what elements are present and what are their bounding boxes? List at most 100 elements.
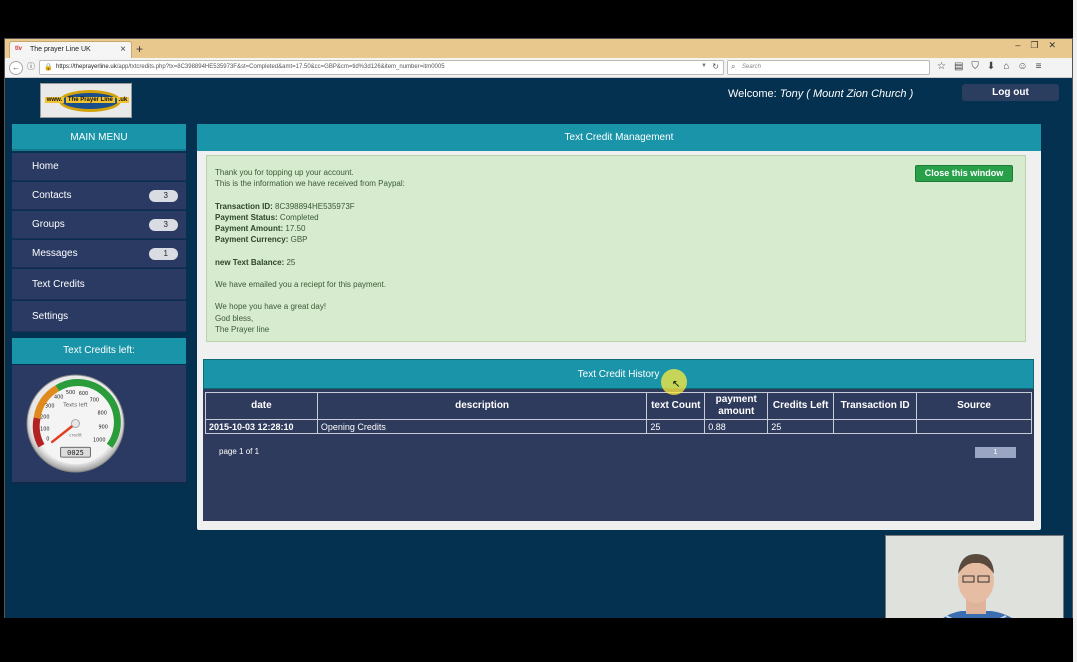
gauge-tick: 200 [40,415,49,421]
table-header-row: date description text Count payment amou… [205,392,1032,420]
col-credits-left[interactable]: Credits Left [767,392,835,420]
chat-icon[interactable]: ☺ [1017,61,1035,72]
library-icon[interactable]: ▤ [954,61,971,72]
gauge-tick: 1000 [93,437,106,443]
history-title: Text Credit History [203,359,1034,389]
table-row: 2015-10-03 12:28:10 Opening Credits 25 0… [205,419,1032,434]
gauge-tick: 300 [45,404,54,410]
logout-button[interactable]: Log out [962,84,1059,101]
maximize-icon[interactable]: ❐ [1030,40,1048,50]
mouse-cursor-icon: ↖ [672,379,681,390]
home-icon[interactable]: ⌂ [1003,61,1017,72]
gauge-tick: 900 [99,424,108,430]
gauge-tick: 500 [66,390,75,396]
lock-icon: 🔒 [44,64,53,71]
cell-credits-left: 25 [767,419,835,434]
col-transaction-id[interactable]: Transaction ID [833,392,918,420]
url-bar[interactable]: 🔒 https://theprayerline.uk/app/txtcredit… [39,60,724,75]
gauge-tick: 100 [40,426,49,432]
edge-strip [1073,0,1077,662]
gauge-sublabel: credit [69,432,82,438]
history-table: date description text Count payment amou… [205,392,1032,434]
col-payment-amount[interactable]: payment amount [704,392,769,420]
letterbox-top [0,0,1077,38]
tab-title: The prayer Line UK [30,46,91,53]
main-menu-title: MAIN MENU [12,124,186,151]
browser-window: tlv The prayer Line UK × + –❐✕ ← ⓘ 🔒 htt… [4,38,1073,649]
sidebar-item-text-credits[interactable]: Text Credits [12,269,186,300]
close-tab-icon[interactable]: × [120,44,126,55]
transaction-id: 8C398894HE535973F [275,201,355,211]
credits-title: Text Credits left: [12,338,186,364]
minimize-icon[interactable]: – [1015,40,1030,50]
cell-text-count: 25 [646,419,706,434]
screen: tlv The prayer Line UK × + –❐✕ ← ⓘ 🔒 htt… [0,0,1077,662]
panel-title: Text Credit Management [197,124,1041,151]
sidebar-item-settings[interactable]: Settings [12,301,186,332]
sidebar-item-home[interactable]: Home [12,153,186,181]
reload-icon[interactable]: ↻ [712,62,719,71]
sidebar-item-groups[interactable]: Groups 3 [12,211,186,239]
credits-gauge: 0 100 200 300 400 500 600 700 800 900 10… [26,374,125,473]
credit-management-panel: Text Credit Management Thank you for top… [197,124,1041,530]
gauge-tick: 400 [54,395,63,401]
page-button[interactable]: 1 [975,447,1016,458]
close-window-icon[interactable]: ✕ [1048,40,1066,50]
info-icon[interactable]: ⓘ [24,61,38,75]
cell-date: 2015-10-03 12:28:10 [205,419,318,434]
gauge-tick: 0 [46,436,49,442]
url-domain: https://theprayerline.uk [56,64,117,70]
menu-icon[interactable]: ≡ [1036,61,1050,72]
gauge-readout: 0025 [67,449,84,457]
logo-text: www. The Prayer Line .uk [44,97,130,103]
tab-strip: tlv The prayer Line UK × + –❐✕ [5,39,1072,58]
back-icon[interactable]: ← [9,61,23,75]
browser-tab[interactable]: tlv The prayer Line UK × [9,41,132,58]
col-source[interactable]: Source [916,392,1032,420]
col-date[interactable]: date [205,392,318,420]
cell-payment-amount: 0.88 [704,419,769,434]
favicon-icon: tlv [15,46,23,52]
cell-description: Opening Credits [316,419,648,434]
payment-status: Completed [279,212,319,222]
payment-currency: GBP [290,235,308,245]
count-badge: 3 [149,219,178,231]
dropdown-icon[interactable]: ▼ [701,63,707,69]
gauge-tick: 700 [90,398,99,404]
col-description[interactable]: description [316,392,648,420]
credits-panel: 0 100 200 300 400 500 600 700 800 900 10… [12,365,186,483]
letterbox-bottom [0,618,1077,662]
gauge-tick: 600 [79,391,88,397]
close-window-button[interactable]: Close this window [915,165,1013,182]
page-info: page 1 of 1 [219,447,260,456]
text-balance: 25 [286,257,296,267]
payment-notice: Thank you for topping up your account. T… [206,155,1026,342]
search-icon: ⌕ [731,62,736,71]
cell-source [916,419,1032,434]
toolbar-icons: ☆▤⛉⬇⌂☺≡ [937,61,1049,72]
nav-bar: ← ⓘ 🔒 https://theprayerline.uk/app/txtcr… [5,58,1072,78]
web-page: www. The Prayer Line .uk Welcome: Tony (… [5,79,1072,649]
new-tab-icon[interactable]: + [136,42,143,56]
sidebar-item-messages[interactable]: Messages 1 [12,240,186,268]
download-icon[interactable]: ⬇ [987,61,1003,72]
col-text-count[interactable]: text Count [646,392,706,420]
window-controls: –❐✕ [1015,40,1066,51]
bookmark-star-icon[interactable]: ☆ [937,61,954,72]
count-badge: 1 [149,248,178,260]
site-logo[interactable]: www. The Prayer Line .uk [40,83,132,118]
sidebar-item-contacts[interactable]: Contacts 3 [12,182,186,210]
pocket-icon[interactable]: ⛉ [971,61,987,72]
sidebar-menu: Home Contacts 3 Groups 3 Messages 1 Text Cr… [12,153,186,333]
gauge-tick: 800 [98,411,107,417]
url-path: /app/txtcredits.php?tx=8C398894HE535973F… [116,64,445,70]
count-badge: 3 [149,190,178,202]
welcome-text: Welcome: Tony ( Mount Zion Church ) [728,88,914,100]
credit-history: Text Credit History date description tex… [203,359,1034,521]
cell-transaction-id [833,419,918,434]
search-placeholder: Search [742,64,762,70]
gauge-label: Texts left [62,403,87,409]
payment-amount: 17.50 [285,224,306,234]
welcome-user: Tony ( Mount Zion Church ) [779,88,914,100]
search-input[interactable]: ⌕ Search [727,60,930,75]
